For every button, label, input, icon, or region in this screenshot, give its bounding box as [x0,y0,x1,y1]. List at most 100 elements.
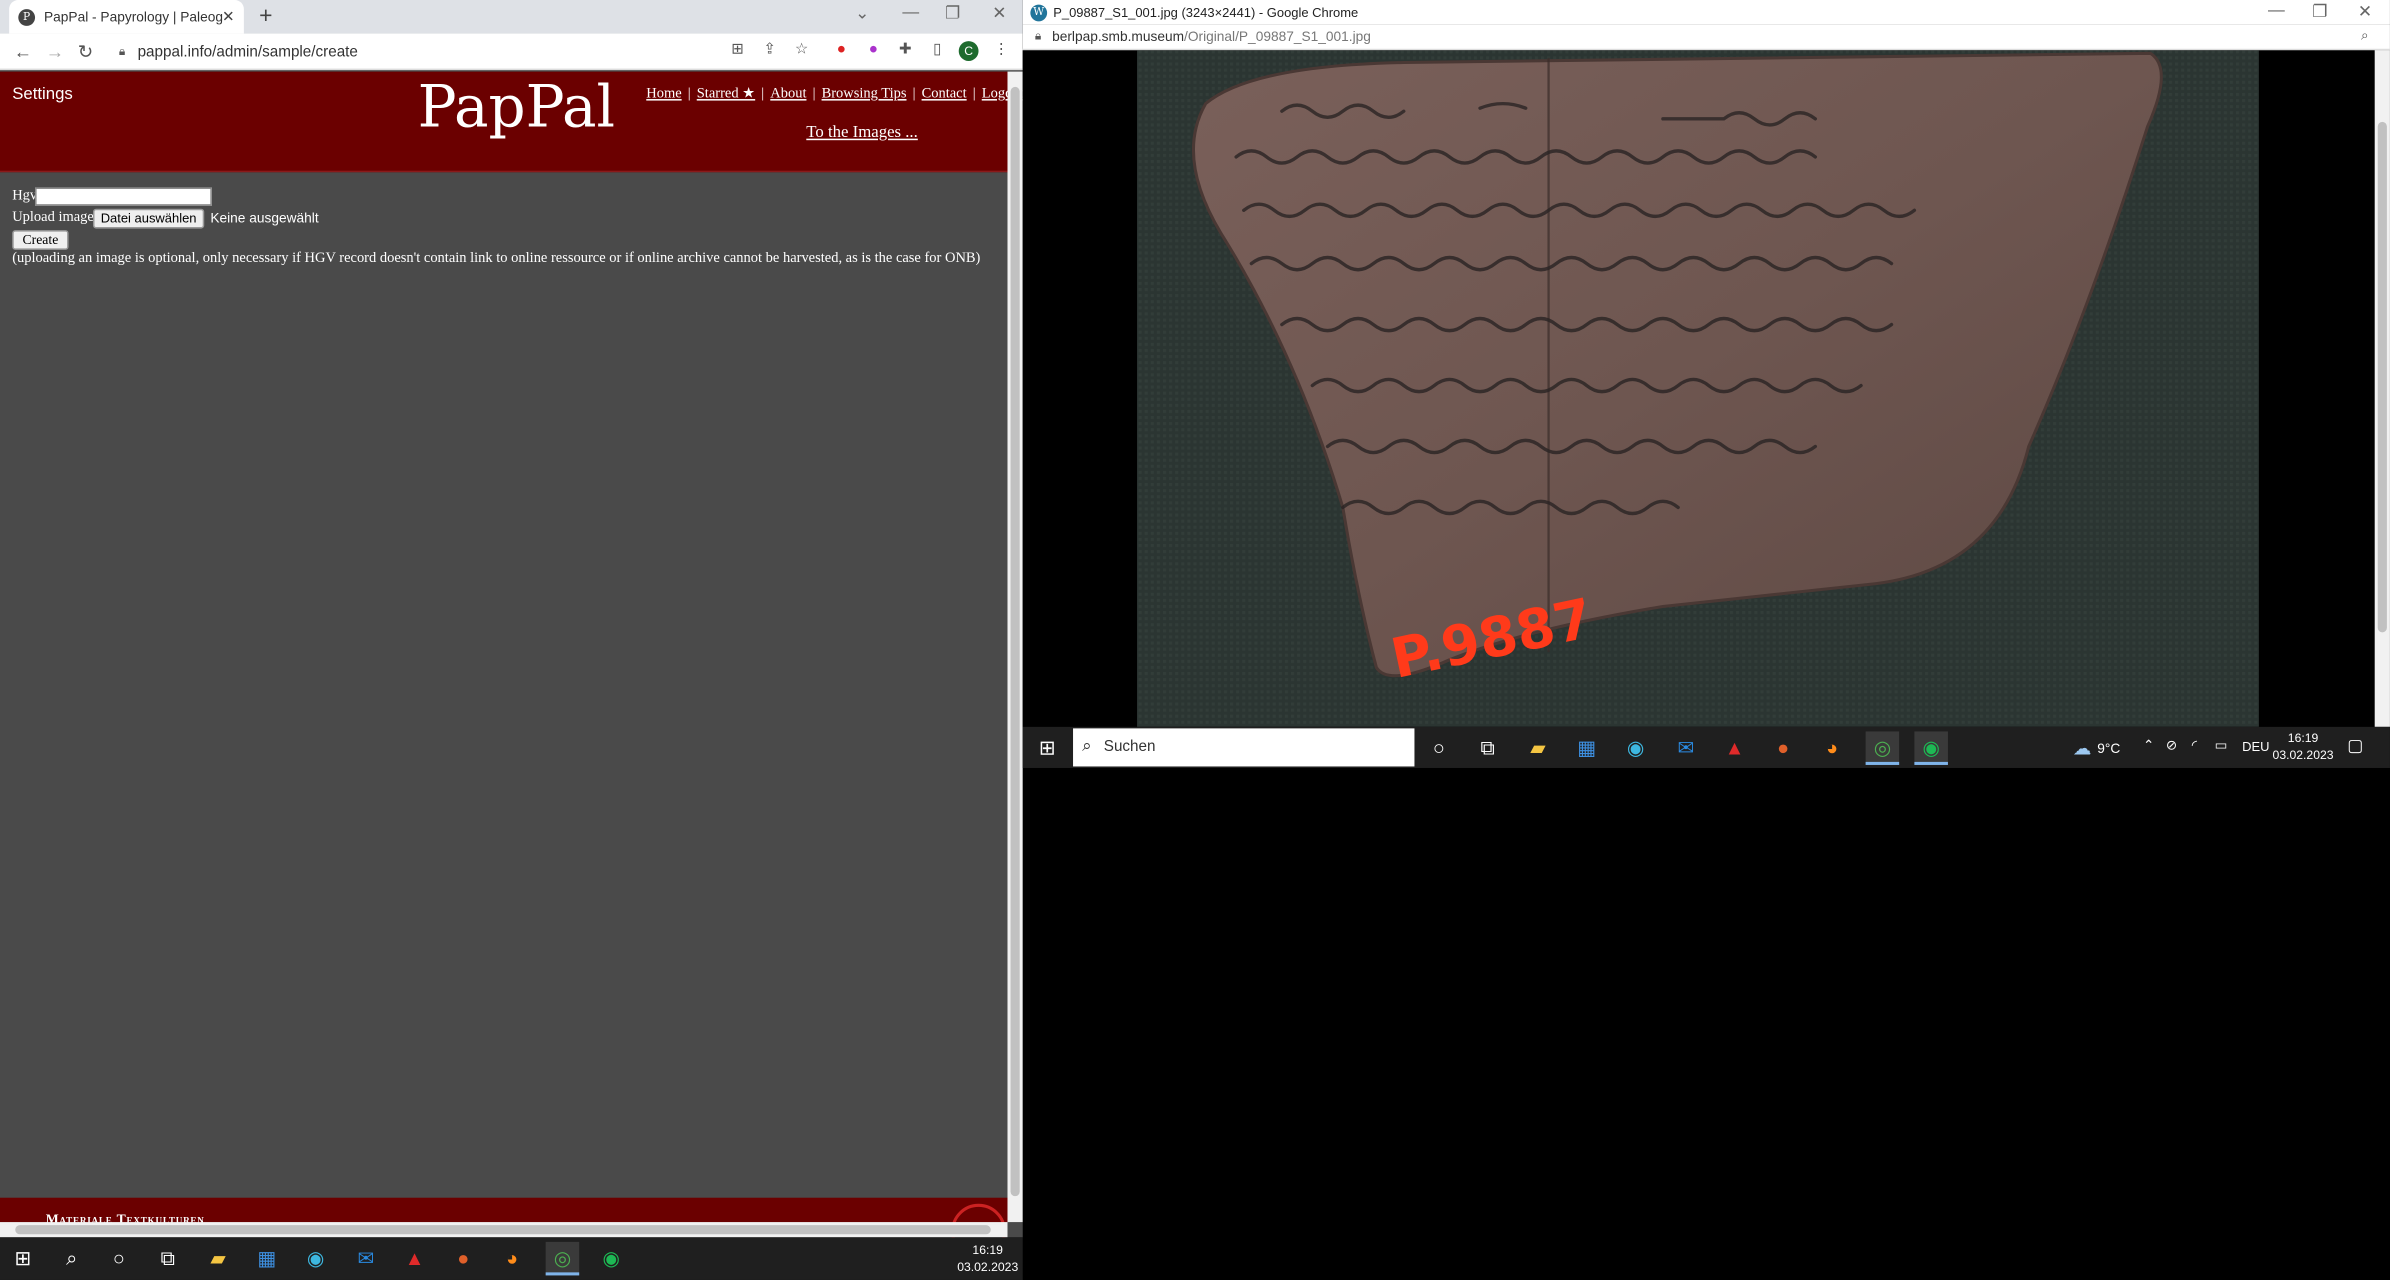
right-windows-start-icon[interactable]: ⊞ [1030,731,1064,765]
taskbar-search-box[interactable]: ⌕ Suchen [1073,728,1415,767]
taskbar-search-placeholder: Suchen [1103,739,1156,756]
tab-title: PapPal - Papyrology | Paleograph [44,9,222,25]
right-cortana-icon[interactable]: ○ [1422,731,1456,765]
cortana-icon[interactable]: ○ [102,1242,136,1276]
share-icon[interactable]: ⇪ [761,41,779,59]
right-file-explorer-icon[interactable]: ▰ [1521,731,1555,765]
address-bar[interactable]: 🔒︎ pappal.info/admin/sample/create [113,38,723,65]
weather-widget[interactable]: ☁ 9°C [2073,738,2120,759]
nav-about[interactable]: About [770,87,806,102]
windows-start-icon[interactable]: ⊞ [6,1242,40,1276]
right-date: 03.02.2023 [2272,748,2334,762]
hgv-label: Hgv [12,188,38,205]
acrobat-icon[interactable]: ▲ [398,1242,432,1276]
firefox-icon[interactable]: ◕ [495,1242,529,1276]
upload-image-label: Upload image [12,210,94,226]
lock-icon: 🔒︎ [118,44,126,58]
weather-temp: 9°C [2097,740,2121,756]
right-spotify-icon[interactable]: ◉ [1914,731,1948,765]
right-url-host: berlpap.smb.museum [1052,28,1185,45]
right-chrome-icon[interactable]: ◎ [1865,731,1900,765]
mail-icon[interactable]: ✉ [349,1242,383,1276]
left-time: 16:19 [972,1243,1003,1258]
left-clock[interactable]: 16:19 03.02.2023 [957,1242,1018,1276]
left-date: 03.02.2023 [957,1260,1019,1274]
new-tab-button[interactable]: + [259,3,272,29]
right-address-bar[interactable]: 🔒︎ berlpap.smb.museum/Original/P_09887_S… [1022,24,2390,51]
back-icon[interactable]: ← [14,41,32,62]
tab-search-icon[interactable]: ⌄ [855,3,869,23]
right-firefox-icon[interactable]: ◕ [1815,731,1849,765]
file-status: Keine ausgewählt [210,210,319,226]
nav-browsing-tips[interactable]: Browsing Tips [822,87,907,102]
image-viewer: P.9887 [1022,50,2375,727]
reload-icon[interactable]: ↻ [78,41,93,62]
edge-icon[interactable]: ◉ [299,1242,333,1276]
site-logo[interactable]: PapPal [418,73,615,140]
right-powerpoint-icon[interactable]: ● [1767,731,1801,765]
right-vertical-scroll-thumb[interactable] [2377,121,2387,633]
right-time: 16:19 [2287,731,2319,746]
forward-icon[interactable]: → [46,41,64,62]
extension-purple-icon[interactable]: ● [864,41,882,59]
hgv-input[interactable] [35,187,212,206]
upload-note: (uploading an image is optional, only ne… [12,251,981,267]
right-acrobat-icon[interactable]: ▲ [1718,731,1752,765]
tab-pappal[interactable]: P PapPal - Papyrology | Paleograph ✕ [9,0,244,34]
horizontal-scroll-thumb[interactable] [15,1225,991,1235]
file-explorer-icon[interactable]: ▰ [201,1242,235,1276]
chrome-icon[interactable]: ◎ [545,1241,580,1276]
right-task-view-icon[interactable]: ⧉ [1471,731,1505,765]
wordpress-favicon-icon: W [1030,3,1048,21]
language-indicator[interactable]: DEU [2242,739,2269,754]
wifi-icon[interactable]: ◜ [2192,738,2197,755]
right-minimize-icon[interactable]: — [2268,2,2285,20]
right-lock-icon: 🔒︎ [1034,28,1042,43]
right-window-title: P_09887_S1_001.jpg (3243×2441) - Google … [1053,4,1359,20]
store-icon[interactable]: ▦ [250,1242,284,1276]
right-mail-icon[interactable]: ✉ [1669,731,1703,765]
settings-link[interactable]: Settings [12,85,73,103]
notification-icon[interactable]: ▢ [2347,736,2363,756]
create-button[interactable]: Create [12,230,69,250]
restore-icon[interactable]: ❐ [945,3,960,23]
pappal-favicon-icon: P [18,8,35,26]
menu-kebab-icon[interactable]: ⋮ [992,41,1010,59]
right-window-titlebar: W P_09887_S1_001.jpg (3243×2441) - Googl… [1022,0,2390,25]
nav-home[interactable]: Home [646,87,681,102]
vertical-scroll-thumb[interactable] [1010,86,1020,1197]
right-edge-icon[interactable]: ◉ [1619,731,1653,765]
right-restore-icon[interactable]: ❐ [2312,2,2327,21]
right-url-path: /Original/P_09887_S1_001.jpg [1184,28,1371,45]
close-tab-icon[interactable]: ✕ [222,8,235,25]
ostracon-image[interactable]: P.9887 [1023,50,2375,727]
extension-red-icon[interactable]: ● [832,41,850,59]
right-close-icon[interactable]: ✕ [2358,2,2372,21]
tray-chevron-icon[interactable]: ⌃ [2143,738,2155,755]
taskbar-search-icon: ⌕ [1082,737,1092,756]
task-view-icon[interactable]: ⧉ [151,1242,185,1276]
right-store-icon[interactable]: ▦ [1570,731,1604,765]
main-nav: Home | Starred ★ | About | Browsing Tips | Conta… [646,86,1023,103]
to-images-link[interactable]: To the Images ... [806,123,918,141]
battery-icon[interactable]: ▭ [2215,738,2228,755]
profile-avatar[interactable]: C [958,41,979,61]
right-clock[interactable]: 16:19 03.02.2023 [2271,730,2335,764]
close-window-icon[interactable]: ✕ [992,3,1006,23]
nav-starred[interactable]: Starred ★ [697,87,755,102]
extensions-puzzle-icon[interactable]: ✚ [896,41,914,59]
cloud-icon: ☁ [2072,737,2092,759]
side-panel-icon[interactable]: ▯ [928,41,946,59]
left-browser-window: P PapPal - Papyrology | Paleograph ✕ + ⌄… [0,0,1023,1238]
bookmark-star-icon[interactable]: ☆ [793,41,811,59]
network-icon[interactable]: ⊘ [2166,738,2178,755]
search-icon[interactable]: ⌕ [55,1242,89,1276]
zoom-icon[interactable]: ⌕ [2361,27,2369,44]
powerpoint-icon[interactable]: ● [447,1242,481,1276]
minimize-icon[interactable]: — [902,3,919,21]
nav-contact[interactable]: Contact [922,87,967,102]
spotify-icon[interactable]: ◉ [594,1242,628,1276]
translate-icon[interactable]: ⊞ [729,41,747,59]
url-text: pappal.info/admin/sample/create [137,43,358,61]
choose-file-button[interactable]: Datei auswählen [92,208,205,229]
